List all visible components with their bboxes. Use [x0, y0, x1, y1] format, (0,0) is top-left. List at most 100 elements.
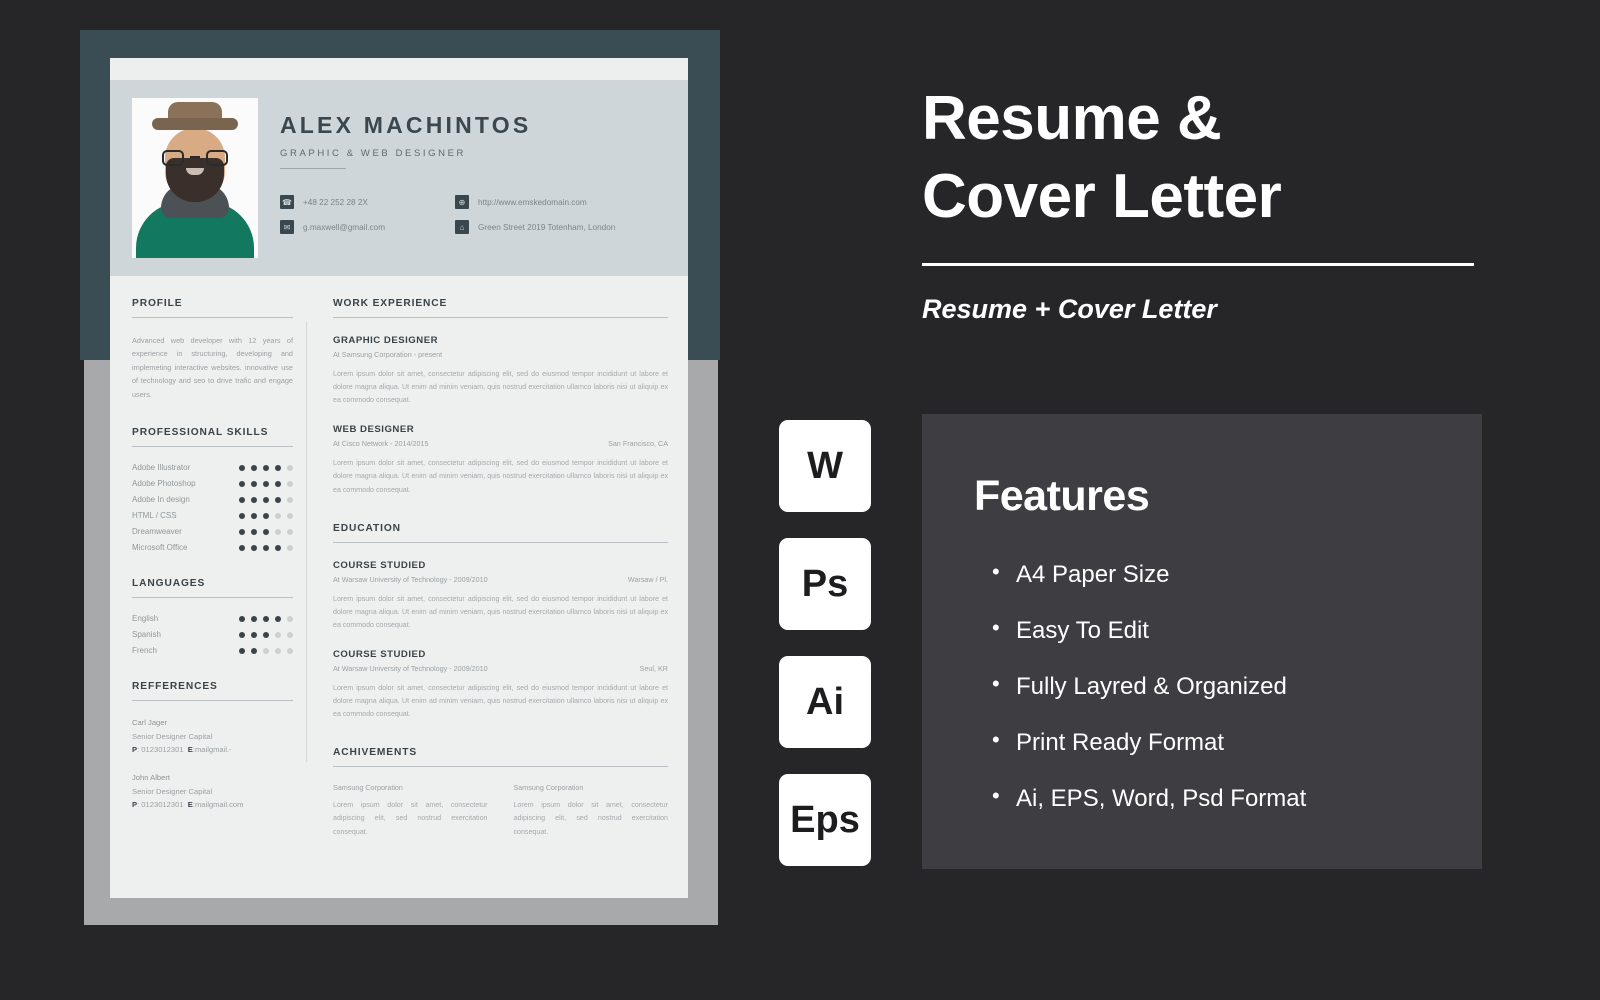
- references-heading: REFFERENCES: [132, 681, 218, 693]
- entry-title: WEB DESIGNER: [333, 424, 415, 436]
- rating-dot: [275, 647, 281, 654]
- rating-dot: [275, 480, 281, 487]
- education-list: COURSE STUDIED At Warsaw University of Te…: [333, 560, 668, 722]
- rating-dot: [251, 544, 257, 551]
- promo-title: Resume & Cover Letter: [922, 80, 1522, 235]
- achievement-item: Samsung Corporation Lorem ipsum dolor sit…: [514, 783, 669, 838]
- feature-item: Easy To Edit: [992, 615, 1482, 645]
- rating-dots: [239, 496, 293, 503]
- section-work: WORK EXPERIENCE GRAPHIC DESIGNER At Samsu…: [333, 298, 668, 497]
- rating-row: HTML / CSS: [132, 511, 293, 520]
- rating-dots: [239, 512, 293, 519]
- feature-item: Ai, EPS, Word, Psd Format: [992, 783, 1482, 813]
- home-icon: ⌂: [455, 220, 469, 234]
- contact-phone-text: +48 22 252 28 2X: [303, 197, 368, 207]
- section-skills: PROFESSIONAL SKILLS Adobe Illustrator Ado…: [132, 427, 293, 552]
- rating-dot: [263, 464, 269, 471]
- illustrator-badge[interactable]: Ai: [779, 656, 871, 748]
- rating-dot: [239, 528, 245, 535]
- resume-main: WORK EXPERIENCE GRAPHIC DESIGNER At Samsu…: [307, 298, 668, 839]
- rating-dot: [251, 647, 257, 654]
- contact-address-text: Green Street 2019 Totenham, London: [478, 222, 616, 232]
- rating-dot: [263, 480, 269, 487]
- contact-email: ✉ g.maxwell@gmail.com: [280, 220, 455, 234]
- rating-row: Spanish: [132, 630, 293, 639]
- rating-label: Adobe Illustrator: [132, 463, 191, 473]
- rating-row: Microsoft Office: [132, 543, 293, 552]
- work-list: GRAPHIC DESIGNER At Samsung Corporation -…: [333, 335, 668, 497]
- promo-divider: [922, 263, 1474, 266]
- entry-title: COURSE STUDIED: [333, 559, 426, 571]
- entry-meta-right: San Francisco, CA: [608, 439, 668, 449]
- promo-title-line1: Resume &: [922, 84, 1222, 153]
- rating-dot: [263, 647, 269, 654]
- profile-body: Advanced web developer with 12 years of …: [132, 336, 293, 399]
- promo-title-line2: Cover Letter: [922, 161, 1282, 231]
- rating-dot: [287, 528, 293, 535]
- entry-meta-left: At Cisco Network - 2014/2015: [333, 439, 429, 449]
- rating-dot: [287, 647, 293, 654]
- section-achievements: ACHIVEMENTS Samsung Corporation Lorem ips…: [333, 747, 668, 838]
- eps-badge[interactable]: Eps: [779, 774, 871, 866]
- reference-contact: P: 0123012301 E:mailgmail.com: [132, 799, 244, 809]
- rating-dot: [239, 464, 245, 471]
- rating-dot: [263, 528, 269, 535]
- word-badge[interactable]: W: [779, 420, 871, 512]
- profile-heading: PROFILE: [132, 298, 183, 309]
- rating-dot: [239, 496, 245, 503]
- reference-name: John Albert: [132, 773, 170, 783]
- entry-title: GRAPHIC DESIGNER: [333, 335, 439, 346]
- rating-dot: [275, 528, 281, 535]
- entry-meta: At Warsaw University of Technology - 200…: [333, 575, 668, 584]
- rating-label: Adobe In design: [132, 495, 190, 505]
- work-rule: [333, 317, 668, 318]
- entry-body: Lorem ipsum dolor sit amet, consectetur …: [333, 459, 668, 494]
- rating-label: Dreamweaver: [132, 527, 182, 537]
- contact-website-text: http://www.emskedomain.com: [478, 197, 587, 207]
- rating-dot: [287, 631, 293, 638]
- contact-website: ⊕ http://www.emskedomain.com: [455, 195, 666, 209]
- rating-row: Adobe Illustrator: [132, 463, 293, 472]
- rating-label: English: [132, 614, 159, 624]
- rating-dot: [239, 544, 245, 551]
- entry-meta-left: At Warsaw University of Technology - 200…: [333, 574, 488, 584]
- features-heading: Features: [974, 472, 1150, 520]
- rating-dot: [275, 496, 281, 503]
- avatar-glasses-bridge: [190, 156, 200, 158]
- education-rule: [333, 541, 668, 543]
- header-divider: [280, 168, 346, 169]
- contact-grid: ☎ +48 22 252 28 2X ⊕ http://www.emskedom…: [280, 195, 666, 234]
- entry-meta-left: At Warsaw University of Technology - 200…: [333, 663, 488, 673]
- contact-email-text: g.maxwell@gmail.com: [303, 222, 386, 232]
- languages-list: English Spanish French: [132, 614, 293, 655]
- entry: COURSE STUDIED At Warsaw University of Te…: [333, 560, 668, 632]
- rating-dot: [251, 615, 257, 622]
- rating-dot: [239, 480, 245, 487]
- candidate-role: GRAPHIC & WEB DESIGNER: [280, 148, 466, 159]
- education-heading: EDUCATION: [333, 522, 401, 534]
- entry-body: Lorem ipsum dolor sit amet, consectetur …: [333, 370, 668, 405]
- rating-dot: [251, 512, 257, 519]
- entry-body: Lorem ipsum dolor sit amet, consectetur …: [333, 683, 668, 719]
- features-panel: Features A4 Paper Size Easy To Edit Fully …: [922, 414, 1482, 869]
- rating-dot: [239, 647, 245, 654]
- rating-dot: [287, 480, 293, 487]
- poster-canvas: ALEX MACHINTOS GRAPHIC & WEB DESIGNER ☎ …: [0, 0, 1600, 1000]
- achievement-body: Lorem ipsum dolor sit amet, consectetur …: [513, 801, 669, 836]
- rating-dot: [275, 464, 281, 471]
- photoshop-badge[interactable]: Ps: [779, 538, 871, 630]
- rating-label: Adobe Photoshop: [132, 479, 196, 489]
- avatar-glasses-left: [162, 150, 184, 166]
- rating-row: French: [132, 646, 293, 655]
- resume-sidebar: PROFILE Advanced web developer with 12 y…: [132, 298, 307, 839]
- rating-row: Adobe Photoshop: [132, 479, 293, 488]
- features-list: A4 Paper Size Easy To Edit Fully Layred & …: [922, 521, 1482, 813]
- feature-item: Fully Layred & Organized: [992, 671, 1482, 701]
- resume-page: ALEX MACHINTOS GRAPHIC & WEB DESIGNER ☎ …: [110, 58, 688, 898]
- entry-meta-right: Seul, KR: [639, 663, 668, 673]
- mail-icon: ✉: [280, 220, 294, 234]
- entry: GRAPHIC DESIGNER At Samsung Corporation -…: [333, 335, 668, 407]
- resume-mockup: ALEX MACHINTOS GRAPHIC & WEB DESIGNER ☎ …: [80, 30, 720, 925]
- rating-dot: [275, 631, 281, 638]
- references-list: Carl Jager Senior Designer Capital P: 0123…: [132, 716, 293, 811]
